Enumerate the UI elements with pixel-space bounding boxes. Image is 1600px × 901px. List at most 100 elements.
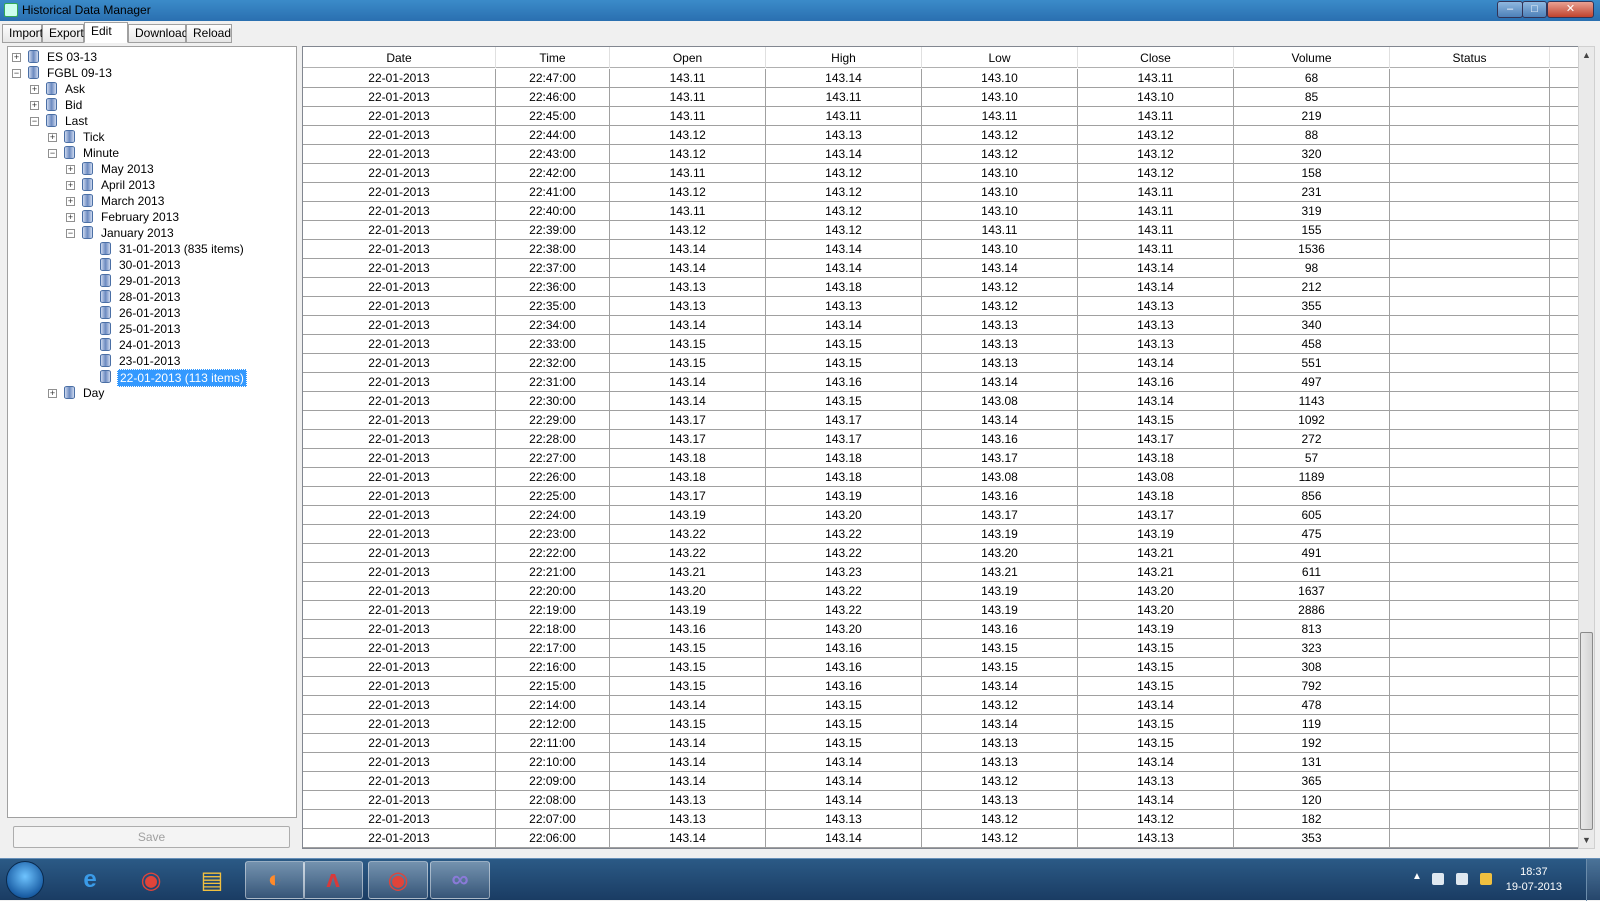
table-row[interactable]: 22-01-2013 22:19:00 143.19 143.22 143.19 143.… xyxy=(303,601,1578,620)
cell-low[interactable]: 143.14 xyxy=(922,677,1078,696)
cell-date[interactable]: 22-01-2013 xyxy=(303,449,496,468)
cell-high[interactable]: 143.15 xyxy=(766,696,922,715)
cell-status[interactable] xyxy=(1390,639,1550,658)
cell-close[interactable]: 143.10 xyxy=(1078,88,1234,107)
cell-date[interactable]: 22-01-2013 xyxy=(303,563,496,582)
cell-status[interactable] xyxy=(1390,658,1550,677)
clock[interactable]: 18:37 19-07-2013 xyxy=(1506,865,1562,895)
cell-high[interactable]: 143.11 xyxy=(766,88,922,107)
cell-status[interactable] xyxy=(1390,487,1550,506)
cell-time[interactable]: 22:27:00 xyxy=(496,449,610,468)
cell-volume[interactable]: 365 xyxy=(1234,772,1390,791)
cell-low[interactable]: 143.16 xyxy=(922,487,1078,506)
cell-date[interactable]: 22-01-2013 xyxy=(303,145,496,164)
cell-close[interactable]: 143.14 xyxy=(1078,278,1234,297)
cell-high[interactable]: 143.14 xyxy=(766,316,922,335)
cell-close[interactable]: 143.11 xyxy=(1078,69,1234,88)
cell-status[interactable] xyxy=(1390,411,1550,430)
cell-high[interactable]: 143.12 xyxy=(766,221,922,240)
table-row[interactable]: 22-01-2013 22:09:00 143.14 143.14 143.12 143.… xyxy=(303,772,1578,791)
cell-status[interactable] xyxy=(1390,715,1550,734)
cell-close[interactable]: 143.11 xyxy=(1078,240,1234,259)
cell-time[interactable]: 22:42:00 xyxy=(496,164,610,183)
column-header-date[interactable]: Date xyxy=(303,47,496,68)
cell-volume[interactable]: 68 xyxy=(1234,69,1390,88)
cell-close[interactable]: 143.15 xyxy=(1078,715,1234,734)
taskbar-chrome-2[interactable]: ◉ xyxy=(368,861,428,899)
cell-close[interactable]: 143.15 xyxy=(1078,639,1234,658)
cell-volume[interactable]: 182 xyxy=(1234,810,1390,829)
cell-high[interactable]: 143.20 xyxy=(766,506,922,525)
cell-open[interactable]: 143.11 xyxy=(610,164,766,183)
cell-high[interactable]: 143.12 xyxy=(766,183,922,202)
cell-high[interactable]: 143.13 xyxy=(766,810,922,829)
cell-close[interactable]: 143.18 xyxy=(1078,449,1234,468)
cell-low[interactable]: 143.12 xyxy=(922,126,1078,145)
cell-time[interactable]: 22:35:00 xyxy=(496,297,610,316)
cell-date[interactable]: 22-01-2013 xyxy=(303,658,496,677)
cell-close[interactable]: 143.14 xyxy=(1078,259,1234,278)
cell-volume[interactable]: 158 xyxy=(1234,164,1390,183)
cell-high[interactable]: 143.15 xyxy=(766,392,922,411)
cell-date[interactable]: 22-01-2013 xyxy=(303,354,496,373)
collapse-icon[interactable]: − xyxy=(66,229,75,238)
tab-import[interactable]: Import xyxy=(2,24,43,43)
cell-status[interactable] xyxy=(1390,297,1550,316)
cell-low[interactable]: 143.19 xyxy=(922,582,1078,601)
cell-open[interactable]: 143.12 xyxy=(610,221,766,240)
expand-icon[interactable]: + xyxy=(66,197,75,206)
cell-date[interactable]: 22-01-2013 xyxy=(303,183,496,202)
data-grid[interactable]: Date Time Open High Low Close Volume Status 22-… xyxy=(302,46,1579,849)
cell-time[interactable]: 22:06:00 xyxy=(496,829,610,848)
cell-open[interactable]: 143.22 xyxy=(610,544,766,563)
table-row[interactable]: 22-01-2013 22:27:00 143.18 143.18 143.17 143.… xyxy=(303,449,1578,468)
cell-date[interactable]: 22-01-2013 xyxy=(303,259,496,278)
column-header-open[interactable]: Open xyxy=(610,47,766,68)
cell-high[interactable]: 143.15 xyxy=(766,715,922,734)
table-row[interactable]: 22-01-2013 22:10:00 143.14 143.14 143.13 143.… xyxy=(303,753,1578,772)
cell-low[interactable]: 143.17 xyxy=(922,506,1078,525)
cell-high[interactable]: 143.14 xyxy=(766,753,922,772)
cell-open[interactable]: 143.14 xyxy=(610,240,766,259)
window-title-bar[interactable]: Historical Data Manager ‒ □ ✕ xyxy=(0,0,1600,21)
cell-high[interactable]: 143.16 xyxy=(766,373,922,392)
cell-open[interactable]: 143.17 xyxy=(610,487,766,506)
cell-date[interactable]: 22-01-2013 xyxy=(303,221,496,240)
close-button[interactable]: ✕ xyxy=(1547,1,1594,18)
cell-close[interactable]: 143.17 xyxy=(1078,506,1234,525)
cell-open[interactable]: 143.13 xyxy=(610,297,766,316)
cell-date[interactable]: 22-01-2013 xyxy=(303,88,496,107)
expand-icon[interactable]: + xyxy=(66,213,75,222)
cell-high[interactable]: 143.16 xyxy=(766,677,922,696)
cell-time[interactable]: 22:39:00 xyxy=(496,221,610,240)
table-row[interactable]: 22-01-2013 22:20:00 143.20 143.22 143.19 143.… xyxy=(303,582,1578,601)
cell-low[interactable]: 143.12 xyxy=(922,810,1078,829)
scroll-down-arrow-icon[interactable]: ▼ xyxy=(1579,832,1594,848)
cell-low[interactable]: 143.10 xyxy=(922,69,1078,88)
cell-close[interactable]: 143.14 xyxy=(1078,354,1234,373)
table-row[interactable]: 22-01-2013 22:46:00 143.11 143.11 143.10 143.… xyxy=(303,88,1578,107)
cell-close[interactable]: 143.16 xyxy=(1078,373,1234,392)
cell-low[interactable]: 143.12 xyxy=(922,278,1078,297)
tray-arrow-icon[interactable]: ▲ xyxy=(1412,871,1422,882)
cell-status[interactable] xyxy=(1390,88,1550,107)
cell-date[interactable]: 22-01-2013 xyxy=(303,240,496,259)
cell-low[interactable]: 143.11 xyxy=(922,107,1078,126)
cell-date[interactable]: 22-01-2013 xyxy=(303,810,496,829)
cell-open[interactable]: 143.15 xyxy=(610,715,766,734)
cell-close[interactable]: 143.18 xyxy=(1078,487,1234,506)
cell-date[interactable]: 22-01-2013 xyxy=(303,107,496,126)
cell-open[interactable]: 143.18 xyxy=(610,449,766,468)
table-row[interactable]: 22-01-2013 22:25:00 143.17 143.19 143.16 143.… xyxy=(303,487,1578,506)
cell-close[interactable]: 143.08 xyxy=(1078,468,1234,487)
cell-date[interactable]: 22-01-2013 xyxy=(303,202,496,221)
column-header-high[interactable]: High xyxy=(766,47,922,68)
table-row[interactable]: 22-01-2013 22:14:00 143.14 143.15 143.12 143.… xyxy=(303,696,1578,715)
cell-date[interactable]: 22-01-2013 xyxy=(303,69,496,88)
cell-high[interactable]: 143.22 xyxy=(766,525,922,544)
cell-close[interactable]: 143.12 xyxy=(1078,145,1234,164)
cell-high[interactable]: 143.16 xyxy=(766,639,922,658)
cell-low[interactable]: 143.13 xyxy=(922,335,1078,354)
table-row[interactable]: 22-01-2013 22:08:00 143.13 143.14 143.13 143.… xyxy=(303,791,1578,810)
table-row[interactable]: 22-01-2013 22:44:00 143.12 143.13 143.12 143.… xyxy=(303,126,1578,145)
